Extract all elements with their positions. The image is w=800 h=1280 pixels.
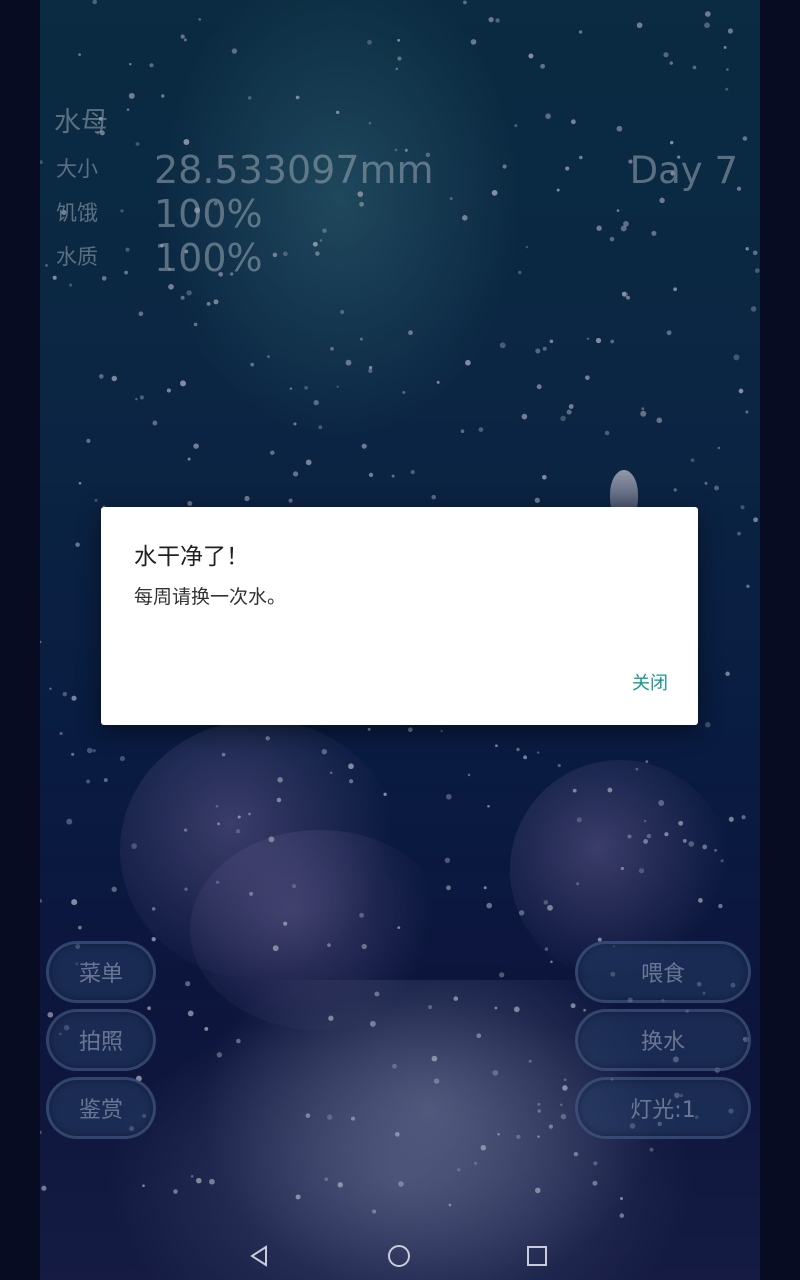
recents-square-icon [527, 1246, 547, 1266]
back-triangle-icon [250, 1245, 267, 1267]
back-button[interactable] [230, 1232, 290, 1280]
dialog-message: 每周请换一次水。 [134, 586, 287, 608]
water-clean-dialog: 水干净了！ 每周请换一次水。 关闭 [101, 507, 698, 725]
home-circle-icon [388, 1245, 410, 1267]
close-button[interactable]: 关闭 [632, 669, 668, 695]
recents-button[interactable] [507, 1232, 567, 1280]
dialog-title: 水干净了！ [134, 544, 249, 570]
system-nav-bar [0, 1232, 800, 1280]
home-button[interactable] [369, 1232, 429, 1280]
